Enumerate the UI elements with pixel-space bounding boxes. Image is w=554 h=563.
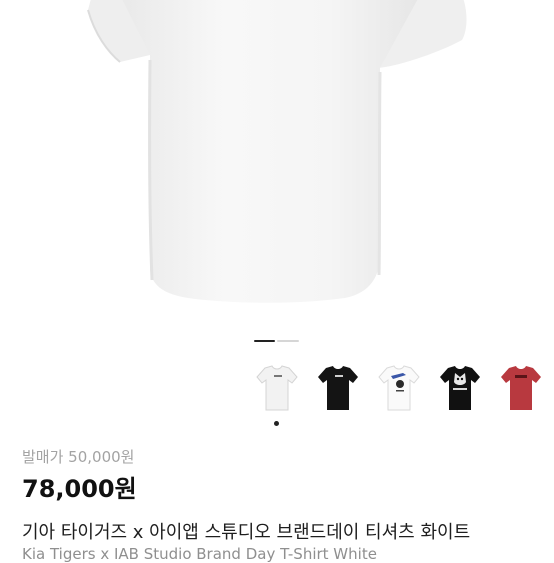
product-main-image[interactable]	[0, 0, 554, 320]
product-title-korean: 기아 타이거즈 x 아이앱 스튜디오 브랜드데이 티셔츠 화이트	[22, 522, 471, 543]
tshirt-icon	[440, 366, 480, 410]
selected-thumbnail-dot	[274, 421, 279, 426]
tshirt-icon	[318, 366, 358, 410]
white-tshirt-image	[87, 0, 467, 303]
thumbnail-black-tee[interactable]	[311, 362, 365, 416]
current-price: 78,000원	[22, 475, 137, 503]
thumbnail-black-graphic-tee[interactable]	[433, 362, 487, 416]
indicator-active-segment	[254, 340, 275, 342]
tshirt-icon	[378, 365, 420, 411]
product-title-english: Kia Tigers x IAB Studio Brand Day T-Shir…	[22, 545, 377, 563]
tshirt-icon	[501, 366, 541, 410]
thumbnail-red-tee[interactable]	[494, 362, 548, 416]
carousel-indicator	[254, 340, 300, 344]
thumbnail-white-graphic-tee[interactable]	[372, 362, 426, 416]
indicator-inactive-segment	[277, 340, 299, 342]
original-price: 발매가 50,000원	[22, 448, 135, 466]
tshirt-icon	[256, 365, 298, 411]
thumbnail-white-tee[interactable]	[250, 362, 304, 416]
